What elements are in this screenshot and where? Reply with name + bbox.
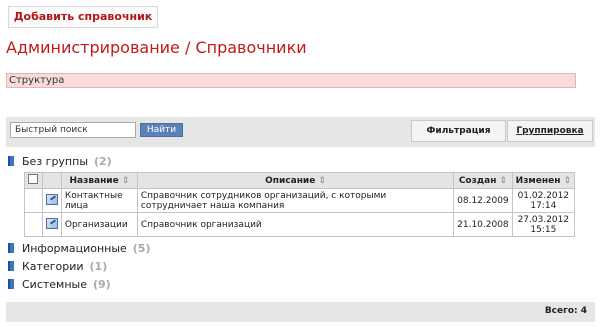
sort-icon[interactable]: ⇕: [122, 176, 130, 186]
folder-icon: [8, 279, 14, 289]
row-created: 08.12.2009: [453, 188, 513, 213]
sort-icon[interactable]: ⇕: [499, 176, 507, 186]
column-name-header[interactable]: Название ⇕: [60, 172, 138, 189]
total-count: Всего: 4: [544, 306, 587, 316]
row-checkbox-cell: [24, 212, 43, 237]
row-name[interactable]: Контактные лица: [60, 188, 138, 213]
row-description: Справочник организаций: [136, 212, 455, 237]
edit-icon[interactable]: [45, 217, 58, 229]
quick-search-input[interactable]: [10, 122, 136, 138]
table-row[interactable]: Организации Справочник организаций 21.10…: [24, 212, 576, 237]
edit-cell[interactable]: [41, 188, 62, 213]
group-count: (5): [132, 242, 151, 255]
row-created: 21.10.2008: [453, 212, 513, 237]
table-header: Название ⇕ Описание ⇕ Создан ⇕ Изменен ⇕: [24, 172, 576, 189]
group-count: (9): [93, 278, 111, 291]
group-label: Без группы: [22, 155, 88, 168]
folder-icon: [8, 156, 14, 166]
find-button[interactable]: Найти: [140, 123, 183, 137]
row-description: Справочник сотрудников организаций, с ко…: [136, 188, 455, 213]
group-categories[interactable]: Категории (1): [8, 260, 107, 273]
group-label: Системные: [22, 278, 87, 291]
edit-column-header: [41, 172, 62, 189]
group-count: (2): [94, 155, 112, 168]
group-no-group[interactable]: Без группы (2): [8, 155, 112, 168]
tab-grouping[interactable]: Группировка: [507, 120, 593, 142]
add-directory-button[interactable]: Добавить справочник: [8, 6, 158, 28]
select-all-checkbox[interactable]: [28, 174, 39, 184]
structure-bar[interactable]: Структура: [6, 73, 576, 88]
row-name[interactable]: Организации: [60, 212, 138, 237]
row-modified: 27.03.2012 15:15: [511, 212, 576, 237]
column-created-header[interactable]: Создан ⇕: [453, 172, 513, 189]
column-modified-header[interactable]: Изменен ⇕: [511, 172, 576, 189]
page-title: Администрирование / Справочники: [6, 38, 307, 57]
column-description-header[interactable]: Описание ⇕: [136, 172, 455, 189]
group-informational[interactable]: Информационные (5): [8, 242, 151, 255]
table-row[interactable]: Контактные лица Справочник сотрудников о…: [24, 188, 576, 213]
group-count: (1): [89, 260, 108, 273]
search-panel: Найти Фильтрация Группировка: [6, 117, 595, 147]
select-all-header[interactable]: [24, 172, 43, 189]
group-label: Категории: [22, 260, 84, 273]
sort-icon[interactable]: ⇕: [563, 176, 571, 186]
row-checkbox-cell: [24, 188, 43, 213]
group-label: Информационные: [22, 242, 127, 255]
footer-bar: Всего: 4: [6, 302, 595, 322]
edit-cell[interactable]: [41, 212, 62, 237]
directories-table: Название ⇕ Описание ⇕ Создан ⇕ Изменен ⇕ Кон…: [24, 172, 576, 237]
group-system[interactable]: Системные (9): [8, 278, 111, 291]
sort-icon[interactable]: ⇕: [318, 176, 326, 186]
edit-icon[interactable]: [45, 193, 58, 205]
row-modified: 01.02.2012 17:14: [511, 188, 576, 213]
tab-filter[interactable]: Фильтрация: [411, 120, 506, 142]
folder-icon: [8, 261, 14, 271]
folder-icon: [8, 243, 14, 253]
